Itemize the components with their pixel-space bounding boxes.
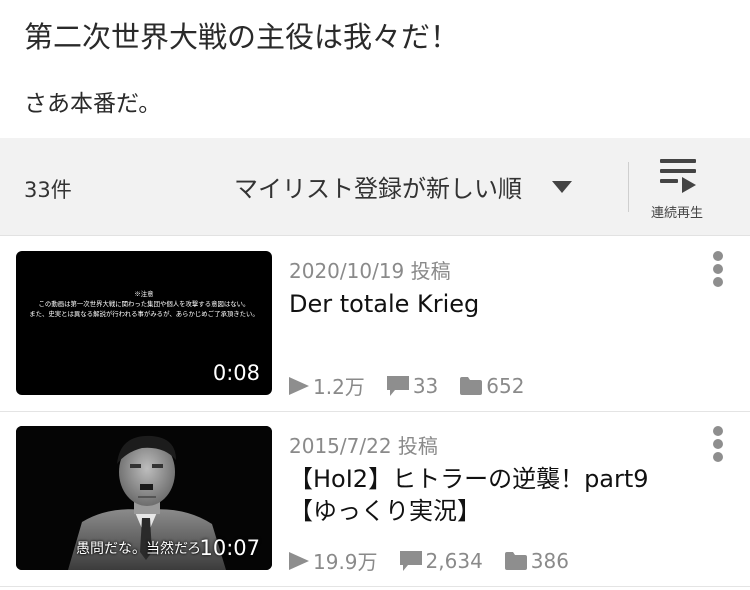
video-title[interactable]: Der totale Krieg: [289, 288, 689, 320]
video-stats: 19.9万 2,634 386: [289, 546, 591, 575]
mylist-count-value: 652: [486, 373, 525, 398]
video-list: ※注意 この動画は第一次世界大戦に関わった集団や個人を攻撃する意図はない。 また…: [0, 237, 750, 587]
posted-date: 2015/7/22 投稿: [289, 434, 438, 458]
video-title[interactable]: 【HoI2】ヒトラーの逆襲！part9【ゆっくり実況】: [289, 463, 689, 527]
mylist-count: 386: [504, 548, 569, 573]
video-thumbnail[interactable]: ※注意 この動画は第一次世界大戦に関わった集団や個人を攻撃する意図はない。 また…: [16, 251, 272, 395]
mylist-header: 第二次世界大戦の主役は我々だ！ さあ本番だ。: [0, 0, 750, 138]
posted-date: 2020/10/19 投稿: [289, 259, 451, 283]
video-item[interactable]: 愚問だな。当然だろ 10:07 2015/7/22 投稿 【HoI2】ヒトラーの…: [0, 412, 750, 587]
comment-count-value: 33: [412, 373, 439, 398]
video-stats: 1.2万 33 652: [289, 371, 546, 400]
mylist-description: さあ本番だ。: [24, 91, 162, 117]
thumbnail-notice: ※注意 この動画は第一次世界大戦に関わった集団や個人を攻撃する意図はない。 また…: [29, 290, 259, 318]
mylist-count: 652: [460, 374, 524, 398]
folder-icon: [504, 551, 527, 570]
mylist-title: 第二次世界大戦の主役は我々だ！: [24, 20, 460, 54]
view-count-value: 19.9万: [313, 550, 378, 574]
list-toolbar: 33件 マイリスト登録が新しい順 連続再生: [0, 138, 750, 236]
more-options-button[interactable]: [708, 251, 728, 287]
item-count: 33件: [24, 178, 72, 202]
video-duration: 10:07: [199, 536, 260, 560]
thumbnail-caption: 愚問だな。当然だろ: [76, 541, 202, 557]
more-options-button[interactable]: [708, 426, 728, 462]
comment-icon: [399, 550, 422, 571]
play-icon: [289, 376, 309, 395]
view-count: 19.9万: [289, 546, 378, 575]
continuous-play-icon: [660, 159, 696, 193]
comment-icon: [386, 375, 409, 396]
folder-icon: [460, 376, 483, 395]
comment-count: 2,634: [399, 548, 483, 573]
continuous-play-button[interactable]: 連続再生: [640, 152, 714, 224]
toolbar-divider: [628, 162, 629, 212]
sort-selected-label: マイリスト登録が新しい順: [234, 174, 522, 203]
comment-count-value: 2,634: [425, 548, 483, 573]
continuous-play-label: 連続再生: [650, 206, 703, 221]
view-count: 1.2万: [289, 371, 365, 400]
mylist-count-value: 386: [530, 548, 569, 573]
video-item[interactable]: ※注意 この動画は第一次世界大戦に関わった集団や個人を攻撃する意図はない。 また…: [0, 237, 750, 412]
sort-dropdown[interactable]: マイリスト登録が新しい順: [234, 166, 572, 206]
view-count-value: 1.2万: [313, 375, 365, 399]
comment-count: 33: [386, 373, 439, 398]
video-thumbnail[interactable]: 愚問だな。当然だろ 10:07: [16, 426, 272, 570]
chevron-down-icon: [552, 181, 572, 193]
video-duration: 0:08: [212, 361, 260, 385]
play-icon: [289, 551, 309, 570]
